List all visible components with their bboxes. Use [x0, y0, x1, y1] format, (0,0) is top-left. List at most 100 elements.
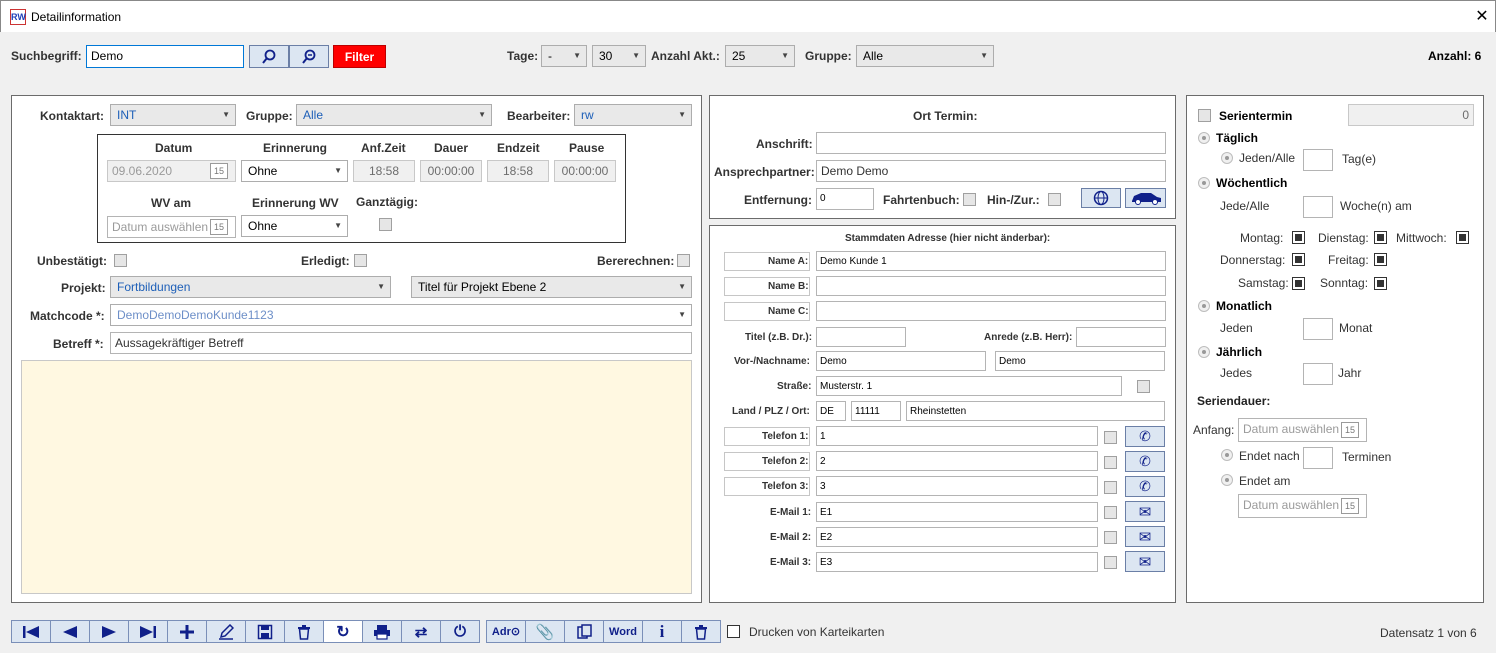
- mail2-button[interactable]: ✉: [1125, 526, 1165, 547]
- car-button[interactable]: [1125, 188, 1166, 208]
- globe-button[interactable]: [1081, 188, 1121, 208]
- dauer-input[interactable]: 00:00:00: [420, 160, 482, 182]
- endet-am-radio[interactable]: [1221, 474, 1233, 486]
- name-a-input[interactable]: Demo Kunde 1: [816, 251, 1166, 271]
- search-button[interactable]: [249, 45, 289, 68]
- pause-input[interactable]: 00:00:00: [554, 160, 616, 182]
- close-icon[interactable]: ✕: [1471, 6, 1493, 28]
- power-button[interactable]: ⏻: [440, 620, 480, 643]
- serientermin-input[interactable]: 0: [1348, 104, 1474, 126]
- erinnerung-select[interactable]: Ohne ▼: [241, 160, 348, 182]
- jeden-alle-radio[interactable]: [1221, 152, 1233, 164]
- erinnerung-wv-select[interactable]: Ohne ▼: [241, 215, 348, 237]
- mail1-input[interactable]: E1: [816, 502, 1098, 522]
- edit-button[interactable]: [206, 620, 246, 643]
- adr-button[interactable]: Adr⊙: [486, 620, 526, 643]
- donnerstag-checkbox[interactable]: [1292, 253, 1305, 266]
- call-tel3-button[interactable]: ✆: [1125, 476, 1165, 497]
- sync-button[interactable]: ⇄: [401, 620, 441, 643]
- print-button[interactable]: [362, 620, 402, 643]
- jaehrlich-radio[interactable]: [1198, 346, 1210, 358]
- last-record-button[interactable]: [128, 620, 168, 643]
- tel1-checkbox[interactable]: [1104, 431, 1117, 444]
- endzeit-input[interactable]: 18:58: [487, 160, 549, 182]
- mail2-checkbox[interactable]: [1104, 531, 1117, 544]
- tel2-checkbox[interactable]: [1104, 456, 1117, 469]
- calendar-icon[interactable]: 15: [1341, 422, 1359, 438]
- monatlich-radio[interactable]: [1198, 300, 1210, 312]
- erledigt-checkbox[interactable]: [354, 254, 367, 267]
- first-record-button[interactable]: [11, 620, 51, 643]
- name-b-input[interactable]: [816, 276, 1166, 296]
- nachname-input[interactable]: Demo: [995, 351, 1165, 371]
- serientermin-checkbox[interactable]: [1198, 109, 1211, 122]
- betreff-input[interactable]: Aussagekräftiger Betreff: [110, 332, 692, 354]
- monat-input[interactable]: [1303, 318, 1333, 340]
- info-button[interactable]: i: [642, 620, 682, 643]
- mail1-button[interactable]: ✉: [1125, 501, 1165, 522]
- gruppe-filter-select[interactable]: Alle ▼: [856, 45, 994, 67]
- sonntag-checkbox[interactable]: [1374, 277, 1387, 290]
- mittwoch-checkbox[interactable]: [1456, 231, 1469, 244]
- ganztaegig-checkbox[interactable]: [379, 218, 392, 231]
- call-tel1-button[interactable]: ✆: [1125, 426, 1165, 447]
- prev-record-button[interactable]: [50, 620, 90, 643]
- ansprech-input[interactable]: Demo Demo: [816, 160, 1166, 182]
- mail3-checkbox[interactable]: [1104, 556, 1117, 569]
- wochen-input[interactable]: [1303, 196, 1333, 218]
- vorname-input[interactable]: Demo: [816, 351, 986, 371]
- attach-button[interactable]: 📎: [525, 620, 565, 643]
- tage-select[interactable]: - ▼: [541, 45, 587, 67]
- unbestaetigt-checkbox[interactable]: [114, 254, 127, 267]
- calendar-icon[interactable]: 15: [210, 163, 228, 179]
- word-button[interactable]: Word: [603, 620, 643, 643]
- anfzeit-input[interactable]: 18:58: [353, 160, 415, 182]
- tel2-input[interactable]: 2: [816, 451, 1098, 471]
- projekt2-select[interactable]: Titel für Projekt Ebene 2 ▼: [411, 276, 692, 298]
- montag-checkbox[interactable]: [1292, 231, 1305, 244]
- samstag-checkbox[interactable]: [1292, 277, 1305, 290]
- calendar-icon[interactable]: 15: [1341, 498, 1359, 514]
- plz-input[interactable]: 11111: [851, 401, 901, 421]
- clipboard-button[interactable]: [564, 620, 604, 643]
- strasse-input[interactable]: Musterstr. 1: [816, 376, 1122, 396]
- projekt-select[interactable]: Fortbildungen ▼: [110, 276, 391, 298]
- akt-select[interactable]: 25 ▼: [725, 45, 795, 67]
- refresh-button[interactable]: ↻: [323, 620, 363, 643]
- filter-button[interactable]: Filter: [333, 45, 386, 68]
- gruppe-select[interactable]: Alle ▼: [296, 104, 492, 126]
- search-input[interactable]: Demo: [86, 45, 244, 68]
- add-button[interactable]: [167, 620, 207, 643]
- endet-nach-input[interactable]: [1303, 447, 1333, 469]
- strasse-checkbox[interactable]: [1137, 380, 1150, 393]
- hinzur-checkbox[interactable]: [1048, 193, 1061, 206]
- tage-input[interactable]: [1303, 149, 1333, 171]
- matchcode-select[interactable]: DemoDemoDemoKunde1123 ▼: [110, 304, 692, 326]
- mail1-checkbox[interactable]: [1104, 506, 1117, 519]
- search-minus-button[interactable]: [289, 45, 329, 68]
- name-c-input[interactable]: [816, 301, 1166, 321]
- tage-count-select[interactable]: 30 ▼: [592, 45, 646, 67]
- delete-button[interactable]: [284, 620, 324, 643]
- drucken-checkbox[interactable]: [727, 625, 740, 638]
- save-button[interactable]: [245, 620, 285, 643]
- anrede-input[interactable]: [1076, 327, 1166, 347]
- next-record-button[interactable]: [89, 620, 129, 643]
- tel3-input[interactable]: 3: [816, 476, 1098, 496]
- ort-input[interactable]: Rheinstetten: [906, 401, 1165, 421]
- calendar-icon[interactable]: 15: [210, 219, 228, 235]
- freitag-checkbox[interactable]: [1374, 253, 1387, 266]
- dienstag-checkbox[interactable]: [1374, 231, 1387, 244]
- mail2-input[interactable]: E2: [816, 527, 1098, 547]
- fahrtenbuch-checkbox[interactable]: [963, 193, 976, 206]
- kontaktart-select[interactable]: INT ▼: [110, 104, 236, 126]
- taeglich-radio[interactable]: [1198, 132, 1210, 144]
- bearbeiter-select[interactable]: rw ▼: [574, 104, 692, 126]
- bererechnen-checkbox[interactable]: [677, 254, 690, 267]
- tel3-checkbox[interactable]: [1104, 481, 1117, 494]
- mail3-button[interactable]: ✉: [1125, 551, 1165, 572]
- entfernung-input[interactable]: 0: [816, 188, 874, 210]
- land-input[interactable]: DE: [816, 401, 846, 421]
- call-tel2-button[interactable]: ✆: [1125, 451, 1165, 472]
- delete2-button[interactable]: [681, 620, 721, 643]
